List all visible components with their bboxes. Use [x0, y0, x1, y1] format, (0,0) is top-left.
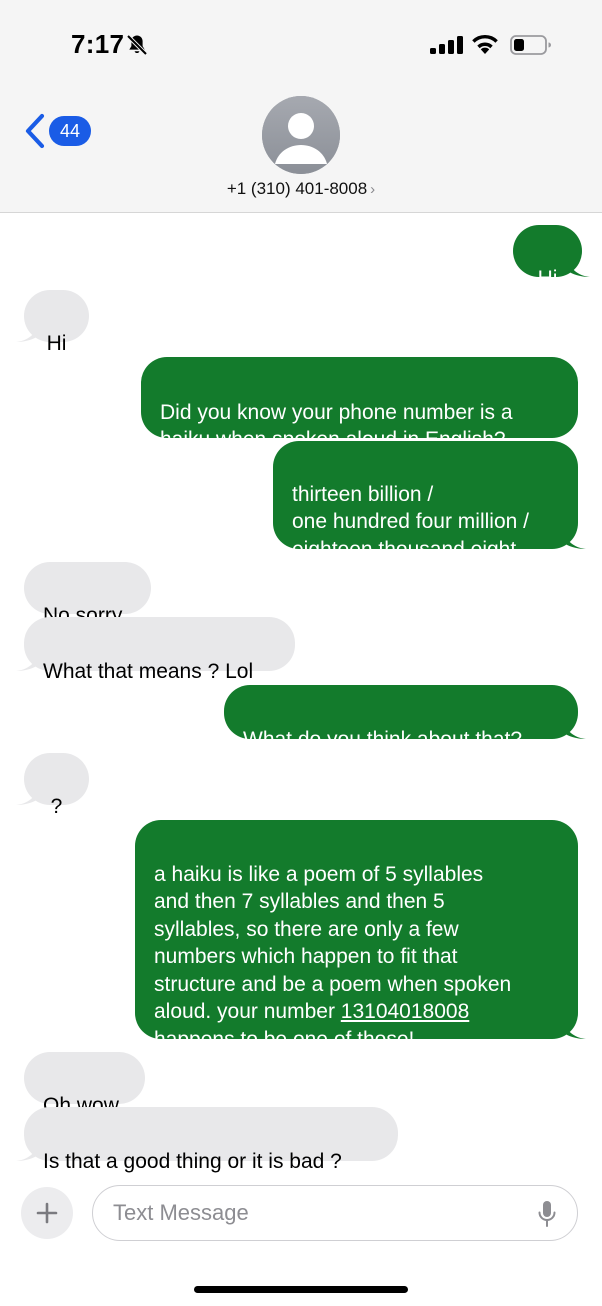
battery-icon [510, 35, 551, 55]
bubble-tail [16, 789, 38, 805]
unread-count-badge: 44 [49, 116, 91, 146]
chevron-left-icon [25, 113, 45, 149]
bell-slash-icon [126, 34, 148, 56]
received-message[interactable]: ? [16, 753, 89, 818]
home-indicator[interactable] [194, 1286, 408, 1293]
message-input[interactable]: Text Message [92, 1185, 578, 1241]
sent-message[interactable]: What do you think about that? [224, 685, 586, 751]
received-message[interactable]: Is that a good thing or it is bad ? [16, 1107, 398, 1173]
message-text: Hi [46, 331, 67, 355]
message-text: happens to be one of those! [154, 1027, 415, 1051]
conversation-header: 7:17 44 +1 (310) 401-8008 › [0, 0, 602, 213]
status-time: 7:17 [71, 29, 125, 59]
sent-message[interactable]: Did you know your phone number is a haik… [141, 357, 578, 451]
received-message[interactable]: Oh wow [24, 1052, 145, 1117]
add-attachment-button[interactable] [21, 1187, 73, 1239]
wifi-icon [472, 34, 498, 54]
contact-avatar[interactable] [262, 96, 340, 174]
message-text: Is that a good thing or it is bad ? [43, 1149, 342, 1173]
message-text: a haiku is like a poem of 5 syllables an… [154, 862, 512, 1024]
message-text: Hi [537, 266, 558, 290]
sent-message[interactable]: Hi [513, 225, 590, 290]
back-button[interactable]: 44 [24, 112, 91, 150]
cellular-signal-icon [430, 36, 463, 54]
microphone-icon[interactable] [537, 1200, 557, 1228]
sent-message[interactable]: thirteen billion / one hundred four mill… [273, 441, 586, 561]
sent-message[interactable]: a haiku is like a poem of 5 syllables an… [135, 820, 586, 1051]
message-text: thirteen billion / one hundred four mill… [292, 482, 529, 561]
received-message[interactable]: Hi [16, 290, 89, 355]
message-input-placeholder: Text Message [113, 1200, 249, 1225]
bubble-tail [564, 723, 586, 739]
bubble-tail [16, 655, 38, 671]
bubble-tail [568, 261, 590, 277]
bubble-tail [564, 533, 586, 549]
person-silhouette-icon [262, 96, 340, 174]
message-text: What that means ? Lol [43, 659, 254, 683]
contact-name[interactable]: +1 (310) 401-8008 › [0, 179, 602, 199]
bubble-tail [16, 326, 38, 342]
bubble-tail [564, 1023, 586, 1039]
message-thread[interactable]: Hi Hi Did you know your phone number is … [0, 214, 602, 1174]
phone-number-link[interactable]: 13104018008 [341, 1000, 469, 1023]
message-text: ? [50, 794, 63, 818]
received-message[interactable]: What that means ? Lol [16, 617, 295, 683]
bubble-tail [16, 1145, 38, 1161]
received-message[interactable]: No sorry [24, 562, 151, 627]
contact-phone-number: +1 (310) 401-8008 [226, 179, 368, 198]
message-text: What do you think about that? [243, 727, 523, 751]
plus-icon [36, 1202, 58, 1224]
message-composer: Text Message [0, 1180, 602, 1250]
chevron-right-icon: › [370, 181, 376, 198]
